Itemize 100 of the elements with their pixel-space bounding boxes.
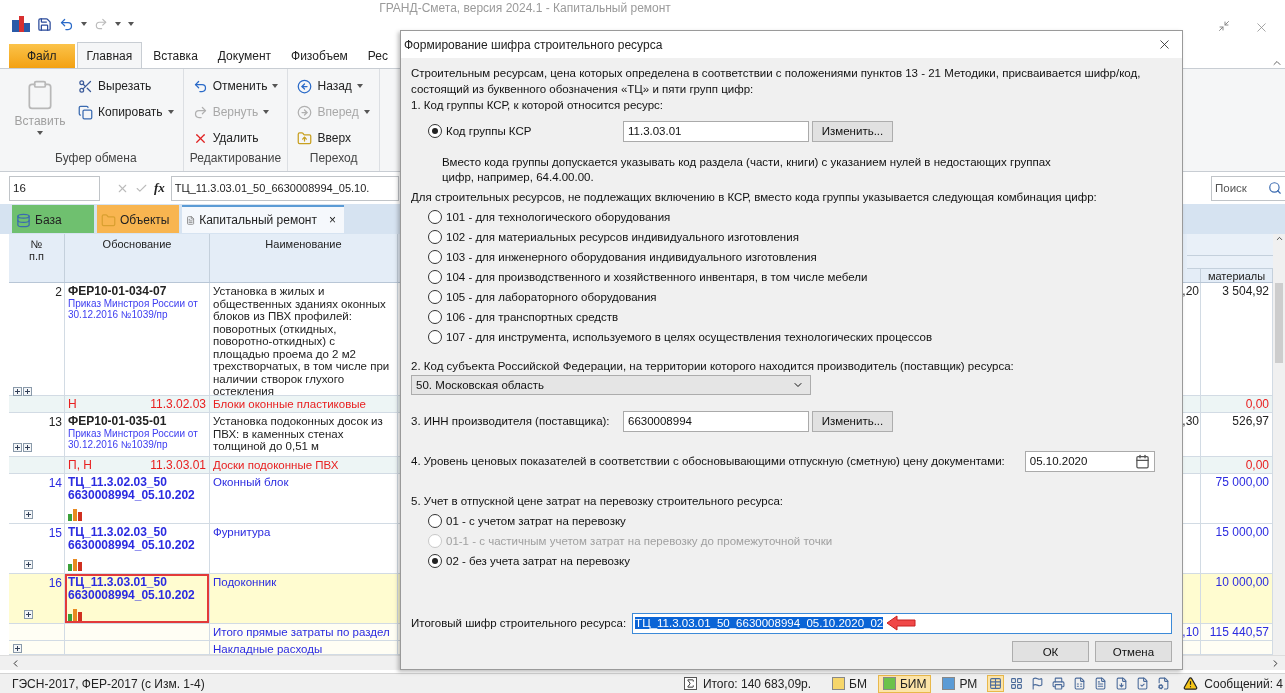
close-icon[interactable] (1157, 37, 1172, 52)
expand-icon[interactable] (13, 443, 22, 452)
column-header[interactable]: Наименование (265, 238, 342, 282)
arrow-icon (886, 615, 917, 631)
radio-button[interactable] (428, 210, 442, 224)
redo-icon (192, 104, 208, 120)
ribbon-tab[interactable]: Главная (76, 42, 143, 68)
cell-reference-field[interactable]: 16 (9, 175, 100, 201)
ribbon-button[interactable]: Копировать (75, 101, 177, 123)
ribbon-tab[interactable]: Рес (358, 44, 397, 68)
change-button[interactable]: Изменить... (812, 120, 893, 142)
result-code-field[interactable]: ТЦ_11.3.03.01_50_6630008994_05.10.2020_02 (632, 612, 1172, 634)
ribbon-button[interactable]: Отменить (189, 75, 282, 97)
bar-chart-icon[interactable] (68, 557, 83, 571)
radio-label: 106 - для транспортных средств (446, 311, 619, 323)
radio-label: 01-1 - с частичным учетом затрат на перевозку до промежуточной точки (446, 535, 833, 547)
ok-button[interactable]: ОК (1012, 641, 1089, 662)
group-label: Редактирование (189, 151, 282, 167)
cancel-button[interactable]: Отмена (1095, 641, 1172, 662)
restore-icon[interactable] (1218, 20, 1230, 32)
ribbon-button[interactable]: Удалить (189, 127, 282, 149)
ribbon-button[interactable]: Вырезать (75, 75, 177, 97)
resource-code: 11.3.02.03 (150, 398, 206, 411)
radio-label: 02 - без учета затрат на перевозку (446, 555, 631, 567)
column-header[interactable]: материалы (1207, 270, 1266, 282)
scroll-up-icon[interactable] (1274, 234, 1284, 243)
materials-value: 0,00 (1245, 459, 1269, 472)
expand-icon[interactable] (13, 386, 22, 396)
search-field[interactable]: Поиск (1211, 175, 1285, 201)
row-number: 16 (48, 577, 62, 590)
expand-icon[interactable] (13, 644, 22, 653)
group-code-field[interactable]: 11.3.03.01 (623, 120, 809, 142)
section-label: 5. Учет в отпускной цене затрат на перевозку строительного ресурса: (411, 494, 784, 509)
caret-icon (356, 84, 363, 88)
scrollbar-thumb[interactable] (1275, 283, 1283, 363)
close-tab-label[interactable]: × (329, 213, 336, 227)
document-tab[interactable]: Капитальный ремонт × (182, 205, 344, 233)
radio-button[interactable] (428, 270, 442, 284)
section-label: Для строительных ресурсов, не подлежащих включению в КСР, вместо кода группы указывается следующая комбинация цифр: (411, 190, 1098, 205)
radio-button[interactable] (428, 250, 442, 264)
expand-icon[interactable] (23, 386, 32, 396)
expand-icon[interactable] (23, 443, 32, 452)
column-header[interactable]: Обоснование (102, 238, 172, 282)
bar-chart-icon[interactable] (68, 507, 83, 521)
mode-toggle[interactable]: РМ (937, 674, 983, 693)
price-code: 6630008994_05.10.202 (68, 538, 196, 551)
region-dropdown[interactable]: 50. Московская область (411, 375, 811, 395)
undo-icon[interactable] (59, 16, 74, 32)
price-code: ТЦ_11.3.03.01_50 (68, 576, 168, 589)
ribbon-button[interactable]: Вверх (294, 127, 373, 149)
expand-icon[interactable] (24, 610, 33, 619)
column-header[interactable]: № п.п (23, 238, 50, 282)
radio-label: 01 - с учетом затрат на перевозку (446, 515, 626, 527)
radio-button[interactable] (428, 514, 442, 528)
ribbon-button[interactable]: Назад (294, 75, 373, 97)
radio-button[interactable] (428, 310, 442, 324)
caret-icon (128, 22, 134, 26)
ribbon-tab[interactable]: Документ (208, 44, 281, 68)
radio-button[interactable] (428, 230, 442, 244)
toolbar-icon[interactable] (988, 676, 1004, 691)
sum-icon (683, 677, 697, 690)
bar-chart-icon[interactable] (68, 607, 83, 621)
reference-link[interactable]: Приказ Минстроя России от 30.12.2016 №1039/пр (68, 297, 206, 321)
folder-icon (101, 212, 116, 228)
mode-toggle[interactable]: БИМ (877, 674, 932, 693)
vertical-scrollbar[interactable] (1273, 234, 1285, 655)
ribbon-tab[interactable]: Вставка (144, 44, 207, 68)
expand-icon[interactable] (24, 510, 33, 519)
calendar-icon[interactable] (1134, 453, 1150, 469)
item-name: Итого прямые затраты по раздел (213, 626, 391, 639)
price-code: 6630008994_05.10.202 (68, 488, 196, 501)
folder-up-icon (297, 130, 313, 146)
formula-field[interactable]: ТЦ_11.3.03.01_50_6630008994_05.10. (170, 175, 399, 201)
save-icon[interactable] (37, 16, 52, 32)
reference-link[interactable]: Приказ Минстроя России от 30.12.2016 №1039/пр (68, 427, 206, 451)
mode-toggle[interactable]: БМ (827, 674, 872, 693)
file-menu-tab[interactable]: Файл (9, 44, 75, 68)
row-number: 14 (48, 477, 62, 490)
radio-button[interactable] (428, 554, 442, 568)
norms-text: ГЭСН-2017, ФЕР-2017 (с Изм. 1-4) (12, 676, 205, 691)
date-field[interactable]: 05.10.2020 (1024, 450, 1155, 472)
window-title: ГРАНД-Смета, версия 2024.1 - Капитальный ремонт (378, 0, 672, 15)
change-button[interactable]: Изменить... (812, 410, 893, 432)
item-name: Блоки оконные пластиковые (213, 398, 367, 411)
materials-value: 15 000,00 (1215, 526, 1269, 539)
caret-icon (363, 110, 370, 114)
function-label[interactable]: fx (154, 180, 165, 196)
expand-icon[interactable] (24, 560, 33, 569)
ribbon-tab[interactable]: Физобъем (282, 44, 357, 68)
radio-button[interactable] (428, 290, 442, 304)
messages-text[interactable]: Сообщений: 4 (1204, 676, 1285, 691)
section-label: 2. Код субъекта Российской Федерации, на территории которого находится производитель (поставщик) ресурса: (411, 359, 1015, 374)
radio-button[interactable] (428, 124, 442, 138)
document-tab[interactable]: База (12, 205, 94, 233)
radio-button[interactable] (428, 330, 442, 344)
warning-icon[interactable] (1183, 676, 1199, 691)
toolbar-icon[interactable] (1051, 676, 1067, 691)
inn-field[interactable]: 6630008994 (623, 410, 809, 432)
toolbar-icon[interactable] (1009, 676, 1025, 691)
document-tab[interactable]: Объекты (97, 205, 179, 233)
